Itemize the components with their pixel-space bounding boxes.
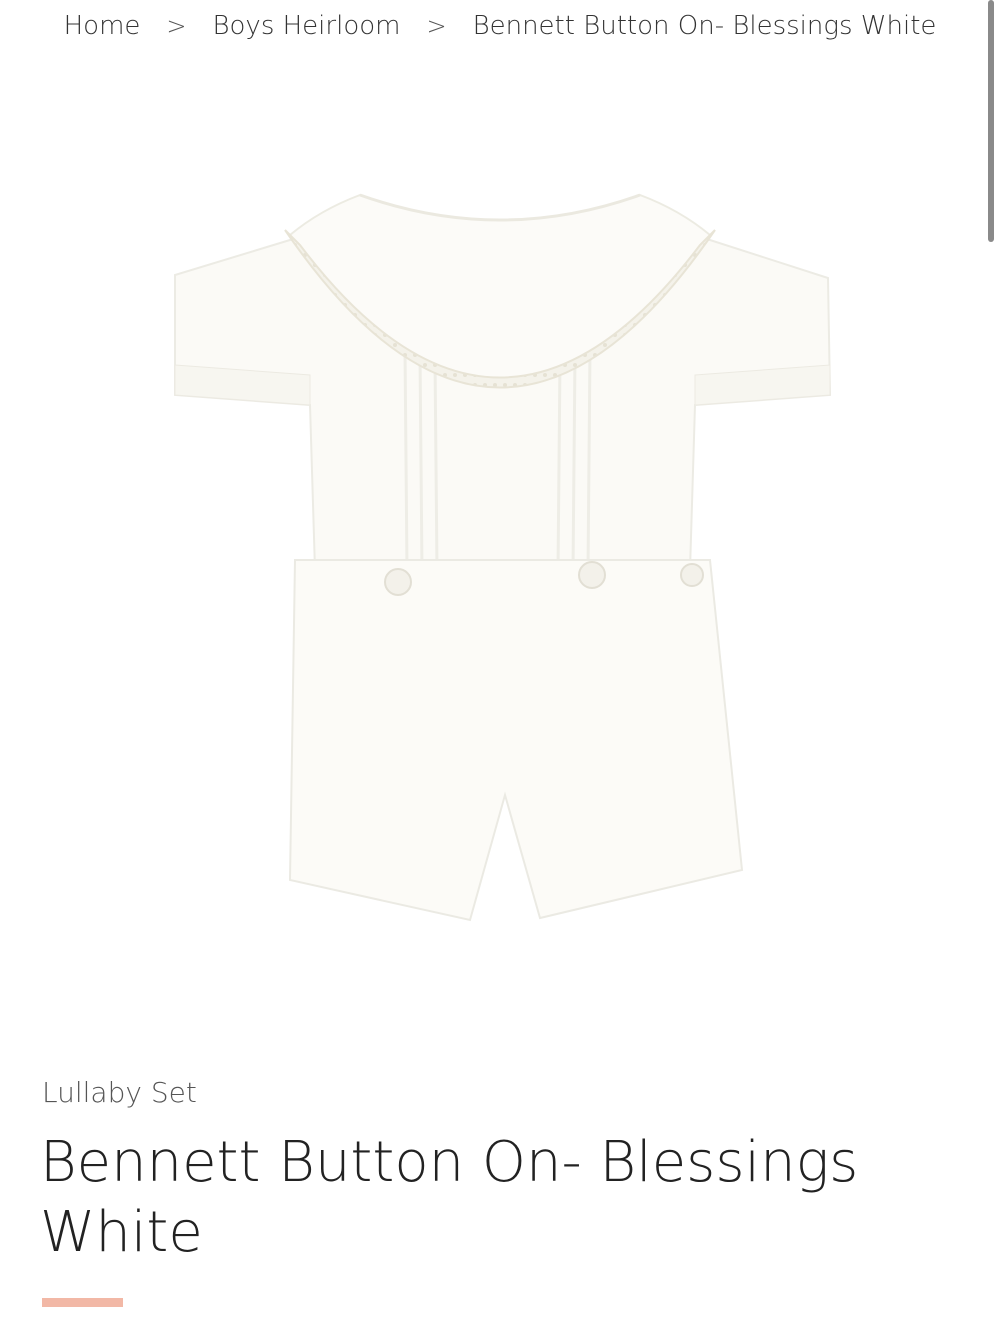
chevron-right-icon: > bbox=[426, 12, 447, 40]
product-image[interactable] bbox=[120, 150, 880, 980]
product-title: Bennett Button On- Blessings White bbox=[40, 1130, 859, 1265]
product-brand[interactable]: Lullaby Set bbox=[42, 1076, 197, 1109]
scrollbar[interactable] bbox=[988, 0, 994, 242]
chevron-right-icon: > bbox=[166, 12, 187, 40]
breadcrumb-current: Bennett Button On- Blessings White bbox=[472, 11, 937, 41]
breadcrumb-home-link[interactable]: Home bbox=[64, 11, 141, 41]
breadcrumb-category-link[interactable]: Boys Heirloom bbox=[213, 11, 401, 41]
breadcrumb: Home > Boys Heirloom > Bennett Button On… bbox=[0, 0, 1000, 52]
shorts-shape bbox=[288, 559, 744, 922]
title-accent-divider bbox=[42, 1298, 123, 1307]
